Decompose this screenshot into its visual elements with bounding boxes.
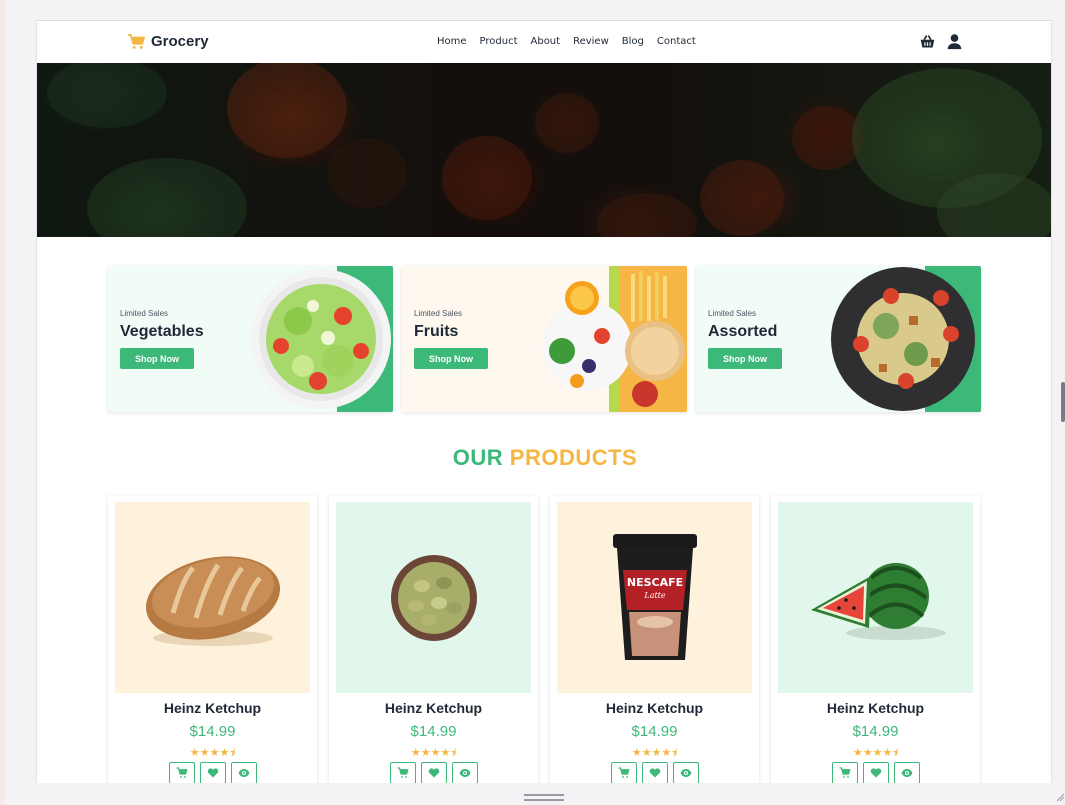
wishlist-button[interactable]	[641, 762, 668, 784]
product-card: Heinz Ketchup $14.99 ★★★★⯨	[329, 496, 538, 796]
star-rating: ★★★★⯨	[631, 747, 678, 759]
window-edge	[0, 0, 5, 805]
nav-review[interactable]: Review	[573, 36, 609, 47]
heart-icon	[207, 768, 218, 778]
add-to-cart-button[interactable]	[168, 762, 195, 784]
product-name[interactable]: Heinz Ketchup	[329, 700, 538, 716]
coffee-cup-image: NESCAFE Latte	[612, 534, 697, 660]
fruit-plate-image	[542, 266, 685, 412]
basket-icon[interactable]	[919, 33, 936, 50]
heart-icon	[649, 768, 660, 778]
product-image[interactable]	[778, 502, 973, 693]
site-header: Grocery Home Product About Review Blog C…	[37, 21, 1051, 63]
cart-icon	[176, 767, 188, 778]
promo-label: Limited Sales	[120, 309, 169, 318]
bread-image	[145, 555, 280, 646]
star-rating: ★★★★⯨	[410, 747, 457, 759]
promo-card-assorted: Limited Sales Assorted Shop Now	[696, 266, 981, 412]
promo-title: Assorted	[708, 323, 778, 340]
add-to-cart-button[interactable]	[610, 762, 637, 784]
watermelon-image	[810, 562, 946, 640]
product-actions	[108, 762, 317, 784]
promo-card-vegetables: Limited Sales Vegetables Shop Now	[108, 266, 393, 412]
cardamom-bowl-image	[390, 554, 477, 641]
assorted-plate-image	[831, 267, 975, 411]
scrollbar-thumb[interactable]	[1061, 382, 1065, 422]
product-actions	[771, 762, 980, 784]
promo-title: Vegetables	[120, 323, 204, 340]
product-card: Heinz Ketchup $14.99 ★★★★⯨	[771, 496, 980, 796]
cart-icon	[618, 767, 630, 778]
section-title-part1: OUR	[452, 445, 504, 470]
wishlist-button[interactable]	[199, 762, 226, 784]
svg-text:NESCAFE: NESCAFE	[626, 576, 682, 589]
wishlist-button[interactable]	[862, 762, 889, 784]
product-image[interactable]	[115, 502, 310, 693]
product-card: Heinz Ketchup $14.99 ★★★★⯨	[108, 496, 317, 796]
product-price: $14.99	[410, 723, 457, 740]
heart-icon	[870, 768, 881, 778]
eye-icon	[238, 769, 249, 777]
product-name[interactable]: Heinz Ketchup	[108, 700, 317, 716]
resize-corner-icon[interactable]	[1055, 792, 1065, 802]
add-to-cart-button[interactable]	[389, 762, 416, 784]
nav-home[interactable]: Home	[437, 36, 467, 47]
product-price: $14.99	[852, 723, 899, 740]
promo-title: Fruits	[414, 323, 459, 340]
quick-view-button[interactable]	[451, 762, 478, 784]
promo-label: Limited Sales	[708, 309, 757, 318]
shop-now-button[interactable]: Shop Now	[414, 348, 488, 369]
nav-product[interactable]: Product	[480, 36, 518, 47]
quick-view-button[interactable]	[230, 762, 257, 784]
cart-icon	[839, 767, 851, 778]
add-to-cart-button[interactable]	[831, 762, 858, 784]
nav-contact[interactable]: Contact	[657, 36, 696, 47]
product-price: $14.99	[189, 723, 236, 740]
star-rating: ★★★★⯨	[189, 747, 236, 759]
brand-name: Grocery	[151, 33, 209, 50]
user-icon[interactable]	[946, 33, 963, 50]
product-actions	[329, 762, 538, 784]
promo-label: Limited Sales	[414, 309, 463, 318]
nav-blog[interactable]: Blog	[622, 36, 644, 47]
brand-logo[interactable]: Grocery	[127, 33, 209, 50]
product-card: NESCAFE Latte Heinz Ketchup $14.99 ★★★★⯨	[550, 496, 759, 796]
salad-bowl-image	[251, 269, 391, 409]
eye-icon	[901, 769, 912, 777]
svg-text:Latte: Latte	[643, 591, 666, 600]
product-image[interactable]	[336, 502, 531, 693]
hero-banner	[37, 63, 1051, 237]
product-grid: Heinz Ketchup $14.99 ★★★★⯨ Heinz Ketchup…	[108, 496, 980, 796]
main-nav: Home Product About Review Blog Contact	[437, 36, 696, 47]
quick-view-button[interactable]	[672, 762, 699, 784]
cart-icon	[128, 33, 145, 49]
eye-icon	[680, 769, 691, 777]
promo-row: Limited Sales Vegetables Shop Now Limite…	[108, 266, 981, 412]
wishlist-button[interactable]	[420, 762, 447, 784]
star-rating: ★★★★⯨	[852, 747, 899, 759]
resize-handle[interactable]	[524, 794, 564, 801]
heart-icon	[428, 768, 439, 778]
product-actions	[550, 762, 759, 784]
hero-vegetables-image	[47, 63, 1051, 237]
section-title-part2: PRODUCTS	[509, 445, 638, 470]
product-name[interactable]: Heinz Ketchup	[771, 700, 980, 716]
product-price: $14.99	[631, 723, 678, 740]
page: Grocery Home Product About Review Blog C…	[36, 20, 1052, 805]
eye-icon	[459, 769, 470, 777]
quick-view-button[interactable]	[893, 762, 920, 784]
header-actions	[919, 33, 963, 50]
shop-now-button[interactable]: Shop Now	[120, 348, 194, 369]
nav-about[interactable]: About	[531, 36, 561, 47]
product-image[interactable]: NESCAFE Latte	[557, 502, 752, 693]
shop-now-button[interactable]: Shop Now	[708, 348, 782, 369]
section-title: OUR PRODUCTS	[37, 445, 1051, 471]
product-name[interactable]: Heinz Ketchup	[550, 700, 759, 716]
cart-icon	[397, 767, 409, 778]
promo-card-fruits: Limited Sales Fruits Shop Now	[402, 266, 687, 412]
